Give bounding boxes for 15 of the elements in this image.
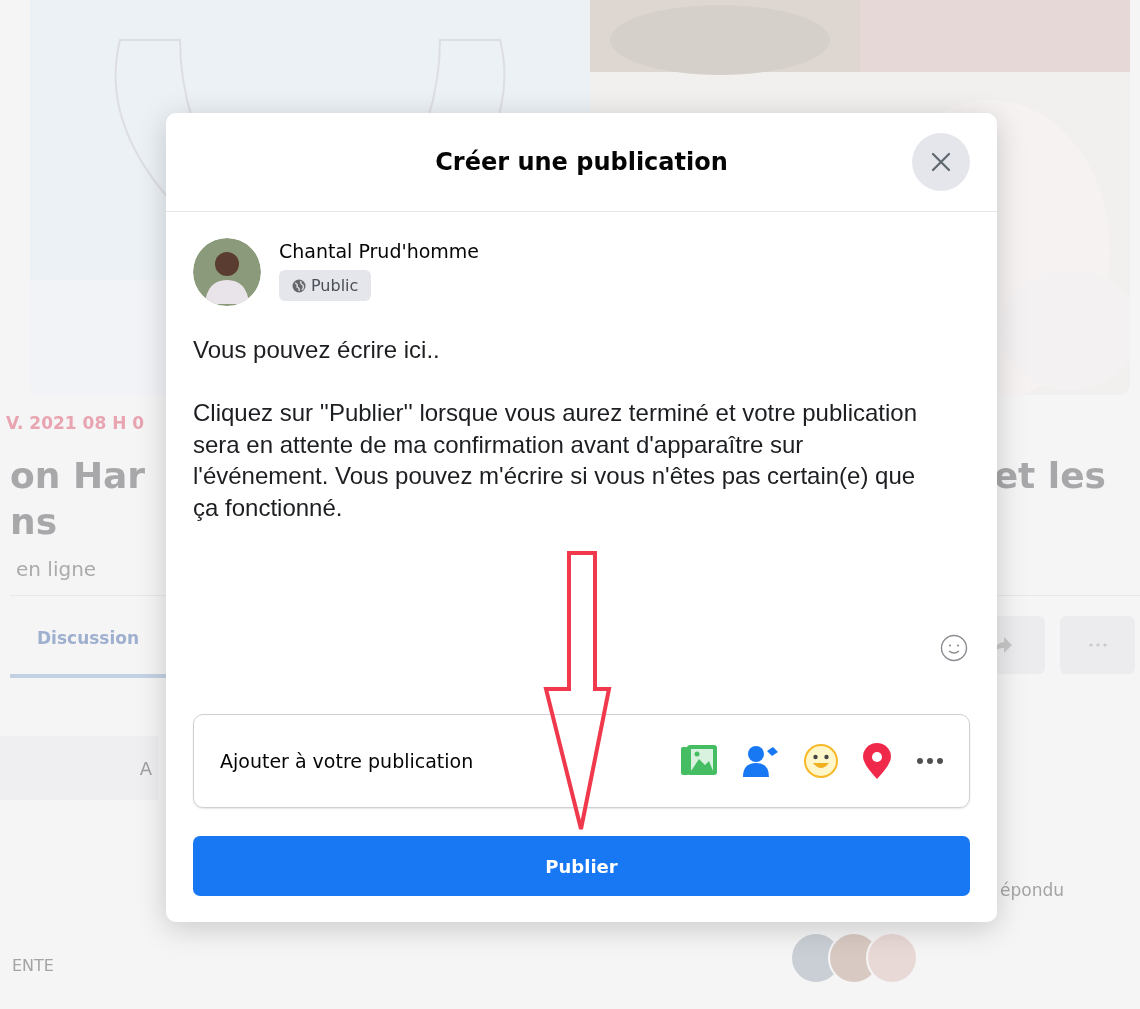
responses-label: épondu bbox=[1000, 880, 1065, 900]
post-paragraph: Cliquez sur ''Publier'' lorsque vous aurez terminé et votre publication sera en attente de ma confirmation avant d'apparaître sur l'événement. Vous pouvez m'écrire si vous n'êtes pas certain(e) que ça fonctionné. bbox=[193, 398, 919, 523]
publish-button[interactable]: Publier bbox=[193, 836, 970, 896]
event-title: on Har bbox=[10, 454, 146, 498]
audience-button[interactable]: Public bbox=[279, 270, 372, 301]
event-type: en ligne bbox=[16, 557, 97, 581]
panel-label: A bbox=[139, 757, 153, 779]
section-label: ENTE bbox=[12, 956, 54, 977]
dialog-title: Créer une publication bbox=[435, 148, 728, 176]
event-title: ns bbox=[9, 500, 58, 544]
event-title: et les bbox=[993, 454, 1106, 498]
add-to-post-label: Ajouter à votre publication bbox=[220, 750, 474, 772]
post-paragraph: Vous pouvez écrire ici.. bbox=[193, 335, 441, 365]
author-name: Chantal Prud'homme bbox=[279, 240, 480, 262]
event-date: V. 2021 08 H 0 bbox=[6, 413, 145, 433]
